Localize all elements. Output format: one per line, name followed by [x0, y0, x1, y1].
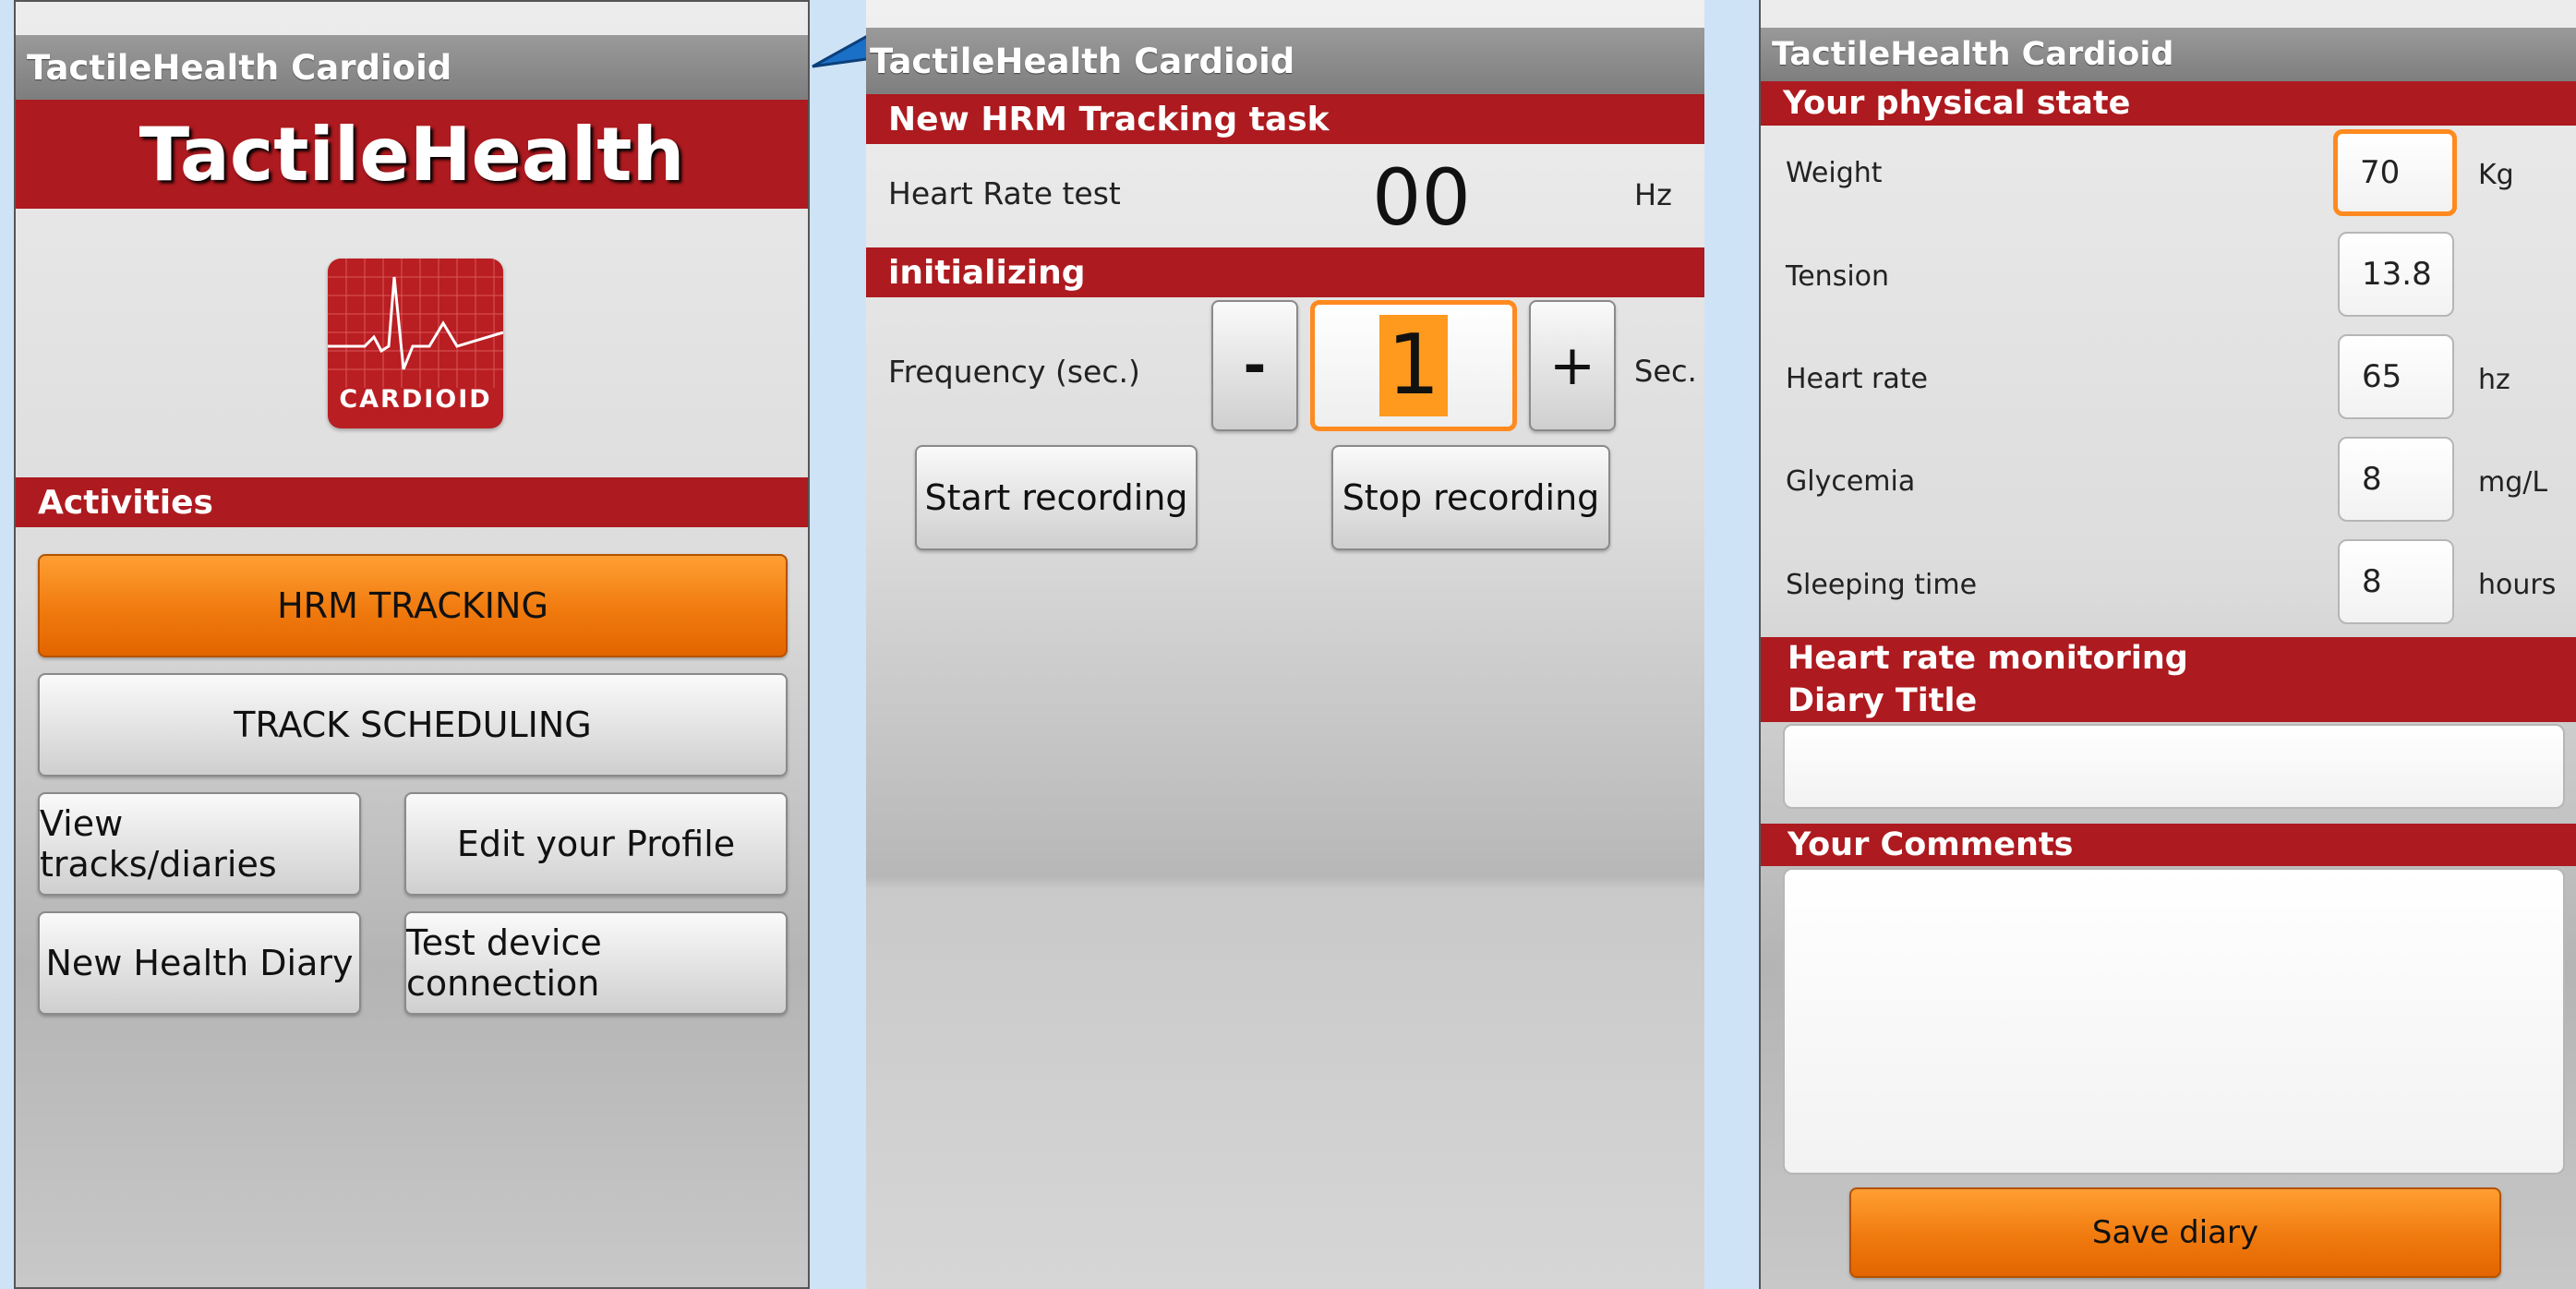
- task-header-label: New HRM Tracking task: [888, 100, 1330, 139]
- glycemia-unit: mg/L: [2478, 466, 2548, 499]
- brand-name: TactileHealth: [138, 111, 685, 198]
- frequency-minus-button[interactable]: -: [1211, 300, 1298, 431]
- hrm-tracking-button[interactable]: HRM TRACKING: [38, 554, 788, 657]
- app-title: TactileHealth Cardioid: [870, 41, 1295, 81]
- diary-title-label: Diary Title: [1788, 682, 1978, 719]
- physical-state-header: Your physical state: [1761, 81, 2576, 126]
- stop-recording-button[interactable]: Stop recording: [1331, 445, 1610, 550]
- edit-profile-button[interactable]: Edit your Profile: [404, 792, 788, 896]
- app-title-bar: TactileHealth Cardioid: [1761, 28, 2576, 81]
- new-health-diary-button[interactable]: New Health Diary: [38, 911, 361, 1015]
- glycemia-input[interactable]: 8: [2338, 437, 2454, 522]
- task-header: New HRM Tracking task: [866, 94, 1704, 144]
- tension-input[interactable]: 13.8: [2338, 232, 2454, 317]
- monitoring-header: Heart rate monitoring Diary Title: [1761, 637, 2576, 722]
- status-header: initializing: [866, 247, 1704, 297]
- save-diary-button[interactable]: Save diary: [1849, 1187, 2501, 1278]
- activities-header: Activities: [16, 477, 808, 527]
- activities-label: Activities: [38, 483, 213, 522]
- heart-rate-unit: Hz: [1634, 177, 1672, 212]
- frequency-value: 1: [1379, 315, 1448, 416]
- cardioid-logo: CARDIOID: [328, 259, 503, 428]
- comments-textarea[interactable]: [1783, 868, 2565, 1175]
- heart-rate-input[interactable]: 65: [2338, 334, 2454, 419]
- app-title: TactileHealth Cardioid: [27, 47, 452, 88]
- test-device-connection-button[interactable]: Test device connection: [404, 911, 788, 1015]
- comments-header: Your Comments: [1761, 824, 2576, 866]
- app-title: TactileHealth Cardioid: [1772, 36, 2174, 73]
- tension-label: Tension: [1786, 260, 1890, 293]
- frequency-unit: Sec.: [1634, 354, 1697, 389]
- weight-label: Weight: [1786, 157, 1883, 189]
- sleeping-time-unit: hours: [2478, 569, 2557, 601]
- start-recording-button[interactable]: Start recording: [915, 445, 1198, 550]
- hrm-tracking-screen: TactileHealth Cardioid New HRM Tracking …: [866, 0, 1704, 1289]
- sleeping-time-label: Sleeping time: [1786, 569, 1978, 601]
- weight-unit: Kg: [2478, 159, 2514, 191]
- heart-rate-test-label: Heart Rate test: [888, 175, 1121, 211]
- home-screen: TactileHealth Cardioid TactileHealth CAR…: [14, 0, 810, 1289]
- frequency-plus-button[interactable]: +: [1529, 300, 1616, 431]
- heart-rate-unit: hz: [2478, 364, 2510, 396]
- diary-title-input[interactable]: [1783, 724, 2565, 809]
- status-label: initializing: [888, 253, 1086, 292]
- glycemia-label: Glycemia: [1786, 465, 1916, 498]
- weight-input[interactable]: 70: [2333, 129, 2457, 216]
- frequency-label: Frequency (sec.): [888, 354, 1140, 390]
- view-tracks-button[interactable]: View tracks/diaries: [38, 792, 361, 896]
- heart-rate-value: 00: [1372, 152, 1471, 243]
- brand-banner: TactileHealth: [16, 100, 808, 209]
- health-diary-screen: TactileHealth Cardioid Your physical sta…: [1759, 0, 2576, 1289]
- monitoring-label: Heart rate monitoring: [1788, 640, 2188, 677]
- physical-state-label: Your physical state: [1783, 85, 2131, 122]
- frequency-stepper-input[interactable]: 1: [1310, 300, 1517, 431]
- app-title-bar: TactileHealth Cardioid: [866, 28, 1704, 94]
- heart-rate-label: Heart rate: [1786, 363, 1928, 395]
- comments-label: Your Comments: [1788, 826, 2074, 863]
- app-title-bar: TactileHealth Cardioid: [16, 35, 808, 100]
- sleeping-time-input[interactable]: 8: [2338, 539, 2454, 624]
- track-scheduling-button[interactable]: TRACK SCHEDULING: [38, 673, 788, 777]
- logo-text: CARDIOID: [339, 385, 492, 414]
